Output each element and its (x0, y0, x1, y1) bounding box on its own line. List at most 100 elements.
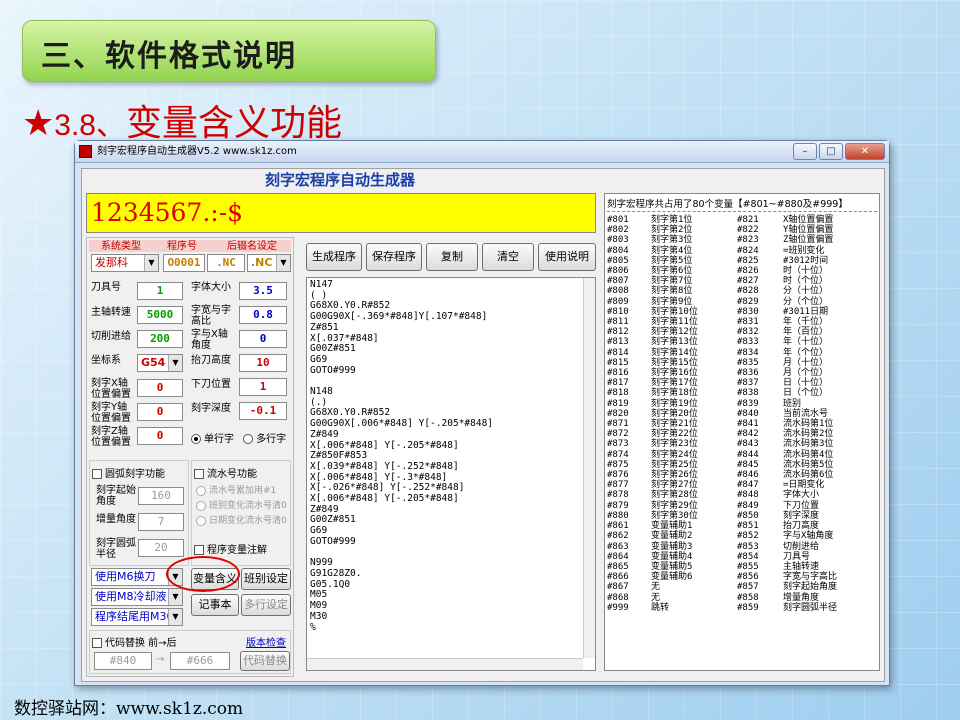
replace-from-input[interactable]: #840 (94, 652, 152, 670)
variable-cell: Z轴位置偏置 (783, 235, 834, 246)
chevron-down-icon: ▼ (168, 609, 182, 625)
y-offset-input[interactable]: 0 (137, 403, 183, 421)
arc-checkbox[interactable] (92, 469, 102, 479)
font-size-input[interactable]: 3.5 (239, 282, 287, 300)
var-comment-row[interactable]: 程序变量注解 (194, 541, 267, 556)
variable-row: #801 刻字第1位 #821 X轴位置偏置 (607, 215, 837, 225)
editor-vertical-scrollbar[interactable] (583, 278, 595, 658)
arc-check-row[interactable]: 圆弧刻字功能 (92, 465, 165, 480)
multi-line-setting-button[interactable]: 多行设定 (241, 594, 291, 616)
system-type-select[interactable]: 发那科 ▼ (91, 254, 159, 272)
program-number-input[interactable]: O0001 (163, 254, 205, 272)
m30-select[interactable]: 程序结尾用M30 ▼ (91, 608, 183, 626)
extension-select[interactable]: .NC ▼ (247, 254, 291, 272)
serial-option-2-label: 班别变化流水号清0 (209, 501, 287, 511)
minimize-button[interactable]: – (793, 143, 817, 160)
notepad-button[interactable]: 记事本 (191, 594, 239, 616)
generate-button[interactable]: 生成程序 (306, 243, 362, 271)
variable-row: #818 刻字第18位 #838 日（个位） (607, 388, 837, 398)
variable-cell: #803 (607, 235, 629, 246)
variable-cell: #876 (607, 470, 629, 481)
variable-row: #812 刻字第12位 #832 年（百位） (607, 327, 837, 337)
serial-option-2-radio[interactable] (196, 500, 206, 511)
retract-height-input[interactable]: 10 (239, 354, 287, 372)
variable-cell: #846 (737, 470, 759, 481)
serial-option-1-radio[interactable] (196, 485, 206, 496)
subtitle-text: 变量含义功能 (126, 103, 343, 144)
extension-input[interactable]: .NC (207, 254, 245, 272)
z-offset-input[interactable]: 0 (137, 427, 183, 445)
x-angle-label: 字与X轴角度 (191, 329, 228, 351)
tool-number-input[interactable]: 1 (137, 282, 183, 300)
variable-cell: 刻字第5位 (651, 255, 693, 266)
editor-horizontal-scrollbar[interactable] (307, 658, 583, 670)
serial-option-2[interactable]: 班别变化流水号清0 (196, 498, 287, 511)
window-titlebar[interactable]: 刻字宏程序自动生成器V5.2 www.sk1z.com – □ ✕ (75, 141, 889, 163)
gcode-text: N147 ( ) G68X0.Y0.R#852 G00G90X[-.369*#8… (310, 279, 494, 633)
variable-cell: 日（个位） (783, 388, 829, 399)
single-line-radio[interactable] (191, 434, 201, 444)
serial-group: 流水号功能 流水号累加用#1 班别变化流水号清0 日期变化流水号清0 程序变量注… (191, 460, 291, 566)
x-offset-input[interactable]: 0 (137, 379, 183, 397)
variable-cell: #842 (737, 429, 759, 440)
variable-cell: 跳转 (651, 602, 670, 613)
replace-check-row[interactable]: 代码替换 前→后 (92, 634, 177, 649)
arc-start-label: 刻字起始角度 (96, 485, 136, 507)
variable-row: #811 刻字第11位 #831 年（千位） (607, 317, 837, 327)
version-check-link[interactable]: 版本检查 (246, 634, 286, 649)
engrave-depth-input[interactable]: -0.1 (239, 402, 287, 420)
variable-cell: #852 (737, 531, 759, 542)
variable-cell: 变量辅助4 (651, 551, 693, 562)
variable-cell: X轴位置偏置 (783, 215, 834, 225)
system-type-value: 发那科 (95, 256, 128, 269)
save-button[interactable]: 保存程序 (366, 243, 422, 271)
replace-checkbox[interactable] (92, 638, 102, 648)
copy-button[interactable]: 复制 (426, 243, 478, 271)
highlight-oval (166, 556, 240, 592)
shift-setting-button[interactable]: 班别设定 (241, 568, 291, 590)
arc-start-input[interactable]: 160 (138, 487, 184, 505)
serial-option-3-radio[interactable] (196, 515, 206, 526)
variable-cell: 变量辅助3 (651, 541, 693, 552)
help-button[interactable]: 使用说明 (538, 243, 596, 271)
plunge-position-input[interactable]: 1 (239, 378, 287, 396)
arc-radius-input[interactable]: 20 (138, 539, 184, 557)
var-comment-label: 程序变量注解 (207, 545, 267, 556)
variable-cell: #831 (737, 317, 759, 328)
serial-option-1[interactable]: 流水号累加用#1 (196, 483, 276, 496)
feed-rate-input[interactable]: 200 (137, 330, 183, 348)
m8-select[interactable]: 使用M8冷却液 ▼ (91, 588, 183, 606)
spindle-speed-input[interactable]: 5000 (137, 306, 183, 324)
maximize-button[interactable]: □ (819, 143, 843, 160)
variable-cell: #853 (737, 541, 759, 552)
variable-row: #813 刻字第13位 #833 年（十位） (607, 337, 837, 347)
variable-cell: #843 (737, 439, 759, 450)
variable-cell: #848 (737, 490, 759, 501)
variable-row: #819 刻字第19位 #839 班别 (607, 399, 837, 409)
replace-code-button[interactable]: 代码替换 (240, 651, 290, 671)
clear-button[interactable]: 清空 (482, 243, 534, 271)
serial-checkbox[interactable] (194, 469, 204, 479)
variable-cell: 刀具号 (783, 551, 811, 562)
variable-row: #999 跳转 #859 刻字圆弧半径 (607, 603, 837, 613)
variable-cell: #828 (737, 286, 759, 297)
variable-cell: 刻字第25位 (651, 459, 698, 470)
var-comment-checkbox[interactable] (194, 545, 204, 555)
serial-option-3[interactable]: 日期变化流水号清0 (196, 513, 287, 526)
multi-line-radio[interactable] (243, 434, 254, 444)
width-ratio-input[interactable]: 0.8 (239, 306, 287, 324)
variable-row: #879 刻字第29位 #849 下刀位置 (607, 501, 837, 511)
close-button[interactable]: ✕ (845, 143, 885, 160)
variable-cell: #871 (607, 419, 629, 430)
variable-row: #807 刻字第7位 #827 时（个位） (607, 276, 837, 286)
replace-to-input[interactable]: #666 (170, 652, 230, 670)
variable-row: #880 刻字第30位 #850 刻字深度 (607, 511, 837, 521)
x-angle-input[interactable]: 0 (239, 330, 287, 348)
arc-radius-label: 刻字圆弧半径 (96, 538, 136, 560)
arc-increment-input[interactable]: 7 (138, 513, 184, 531)
serial-check-row[interactable]: 流水号功能 (194, 465, 257, 480)
gcode-editor[interactable]: N147 ( ) G68X0.Y0.R#852 G00G90X[-.369*#8… (306, 277, 596, 671)
coordinate-select[interactable]: G54 ▼ (137, 354, 183, 372)
variable-cell: 月（个位） (783, 368, 829, 379)
variable-cell: #815 (607, 357, 629, 368)
